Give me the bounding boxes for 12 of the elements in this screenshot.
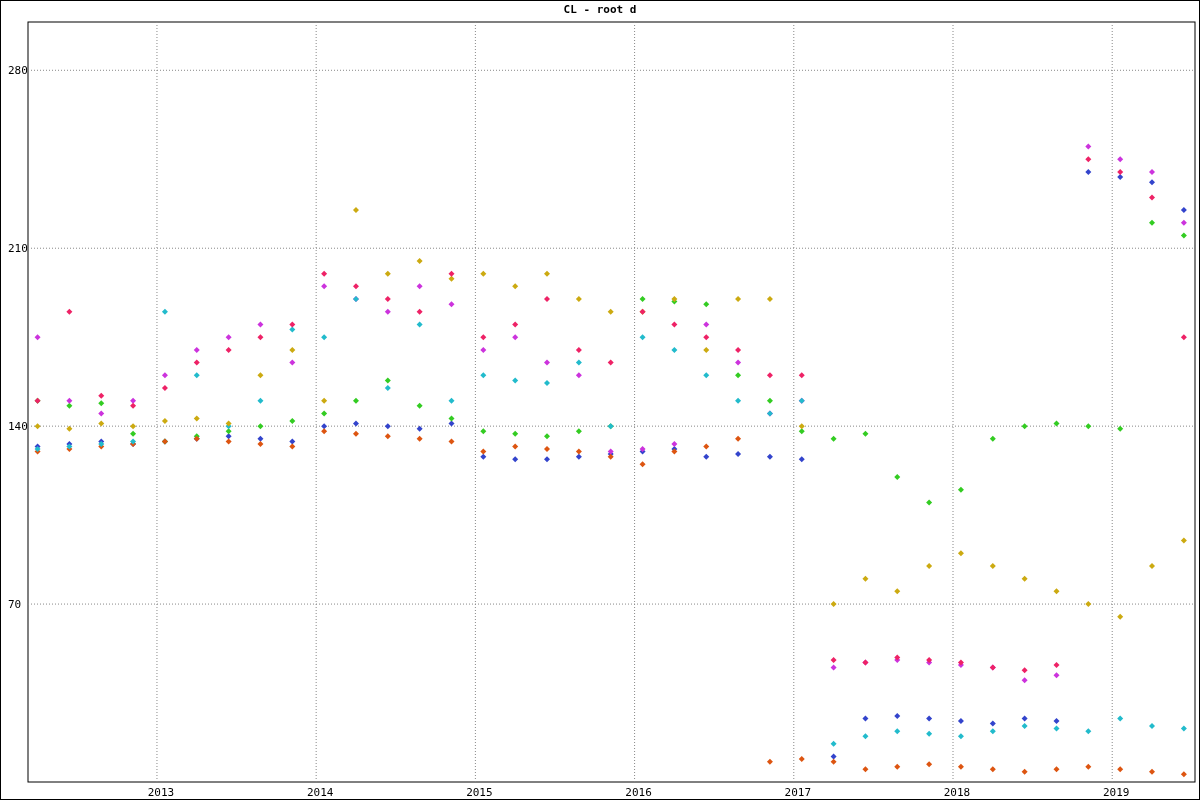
y-axis-label: 210 (8, 242, 28, 256)
x-axis-label: 2013 (147, 786, 175, 799)
x-axis-label: 2017 (784, 786, 812, 799)
x-axis-label: 2014 (306, 786, 334, 799)
x-axis-label: 2015 (466, 786, 493, 799)
x-axis-label: 2016 (625, 786, 652, 799)
chart-title: CL - root d (563, 3, 637, 16)
y-axis-label: 140 (8, 420, 28, 434)
x-axis-label: 2019 (1102, 786, 1130, 799)
y-axis-label: 70 (8, 598, 22, 612)
x-axis-label: 2018 (943, 786, 971, 799)
y-axis-label: 280 (8, 64, 28, 78)
